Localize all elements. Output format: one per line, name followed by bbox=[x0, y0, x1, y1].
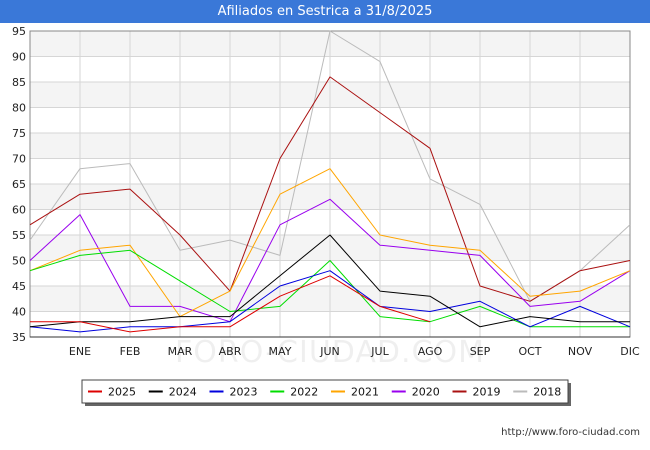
y-tick-label: 40 bbox=[12, 306, 26, 319]
y-tick-label: 75 bbox=[12, 127, 26, 140]
legend-label-2025: 2025 bbox=[108, 386, 136, 399]
y-tick-label: 80 bbox=[12, 102, 26, 115]
x-tick-label: SEP bbox=[470, 345, 491, 358]
legend-label-2021: 2021 bbox=[351, 386, 379, 399]
x-tick-label: NOV bbox=[568, 345, 593, 358]
y-tick-label: 85 bbox=[12, 76, 26, 89]
source-link[interactable]: http://www.foro-ciudad.com bbox=[501, 427, 640, 438]
legend-label-2019: 2019 bbox=[473, 386, 501, 399]
y-tick-label: 35 bbox=[12, 331, 26, 344]
y-tick-label: 55 bbox=[12, 229, 26, 242]
x-tick-label: JUL bbox=[370, 345, 389, 358]
y-tick-label: 70 bbox=[12, 153, 26, 166]
y-tick-labels: 35 40 45 50 55 60 65 70 75 80 85 90 95 bbox=[12, 25, 26, 344]
y-tick-label: 65 bbox=[12, 178, 26, 191]
line-chart: FORO-CIUDAD.COM 354045505560657075808590… bbox=[12, 25, 640, 406]
x-tick-label: ABR bbox=[219, 345, 242, 358]
legend-label-2024: 2024 bbox=[169, 386, 197, 399]
x-tick-label: MAR bbox=[168, 345, 193, 358]
legend-label-2022: 2022 bbox=[290, 386, 318, 399]
x-tick-label: JUN bbox=[319, 345, 340, 358]
y-tick-label: 60 bbox=[12, 204, 26, 217]
x-tick-label: FEB bbox=[120, 345, 141, 358]
legend-label-2023: 2023 bbox=[230, 386, 258, 399]
y-tick-label: 45 bbox=[12, 280, 26, 293]
y-tick-label: 50 bbox=[12, 255, 26, 268]
y-tick-label: 95 bbox=[12, 25, 26, 38]
y-tick-label: 90 bbox=[12, 51, 26, 64]
legend-label-2020: 2020 bbox=[412, 386, 440, 399]
x-tick-label: OCT bbox=[518, 345, 541, 358]
x-tick-label: DIC bbox=[620, 345, 640, 358]
x-tick-label: ENE bbox=[69, 345, 91, 358]
legend-label-2018: 2018 bbox=[533, 386, 561, 399]
x-tick-label: MAY bbox=[269, 345, 292, 358]
x-tick-label: AGO bbox=[418, 345, 443, 358]
legend: 2025 2024 2023 2022 2021 2020 2019 2018 bbox=[81, 379, 571, 406]
